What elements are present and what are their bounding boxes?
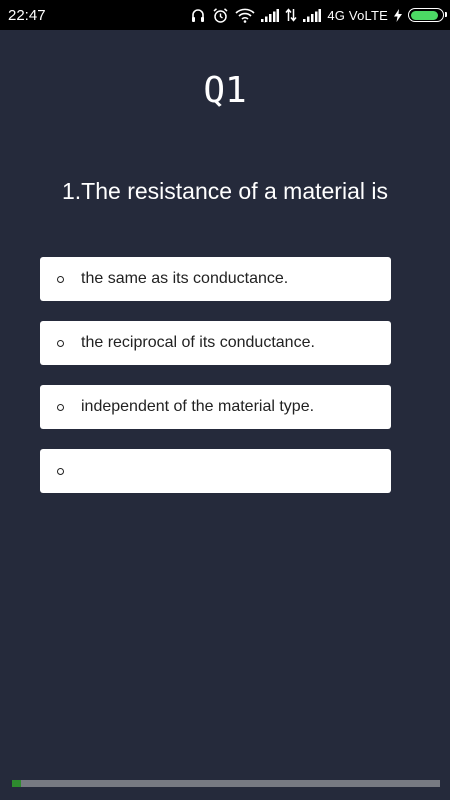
headphones-icon xyxy=(190,7,206,23)
answer-option-1[interactable]: the same as its conductance. xyxy=(40,257,391,301)
bullet-icon xyxy=(57,467,64,475)
answer-option-3[interactable]: independent of the material type. xyxy=(40,385,391,429)
answer-options-list: the same as its conductance. the recipro… xyxy=(40,257,391,513)
answer-option-label: independent of the material type. xyxy=(81,398,315,415)
alarm-icon xyxy=(212,7,229,24)
network-type-label: 4G VoLTE xyxy=(327,7,388,23)
quiz-progress-bar xyxy=(12,780,440,787)
answer-option-2[interactable]: the reciprocal of its conductance. xyxy=(40,321,391,365)
battery-icon xyxy=(408,8,447,22)
question-number-title: Q1 xyxy=(203,70,247,111)
battery-level-fill xyxy=(410,10,439,20)
wifi-icon xyxy=(235,8,255,23)
signal-icon xyxy=(261,8,280,22)
data-transfer-icon xyxy=(285,8,297,22)
bullet-icon xyxy=(57,403,64,411)
status-time: 22:47 xyxy=(8,6,46,24)
battery-nub xyxy=(445,12,447,17)
charging-icon xyxy=(394,8,402,22)
signal-icon xyxy=(303,8,322,22)
status-bar: 22:47 4G VoLTE xyxy=(0,0,450,30)
quiz-progress-fill xyxy=(12,780,21,787)
bullet-icon xyxy=(57,339,64,347)
status-icons: 4G VoLTE xyxy=(190,7,447,24)
answer-option-4[interactable] xyxy=(40,449,391,493)
answer-option-label: the reciprocal of its conductance. xyxy=(81,334,315,351)
bullet-icon xyxy=(57,275,64,283)
question-text: 1.The resistance of a material is xyxy=(62,178,388,204)
answer-option-label: the same as its conductance. xyxy=(81,270,289,287)
